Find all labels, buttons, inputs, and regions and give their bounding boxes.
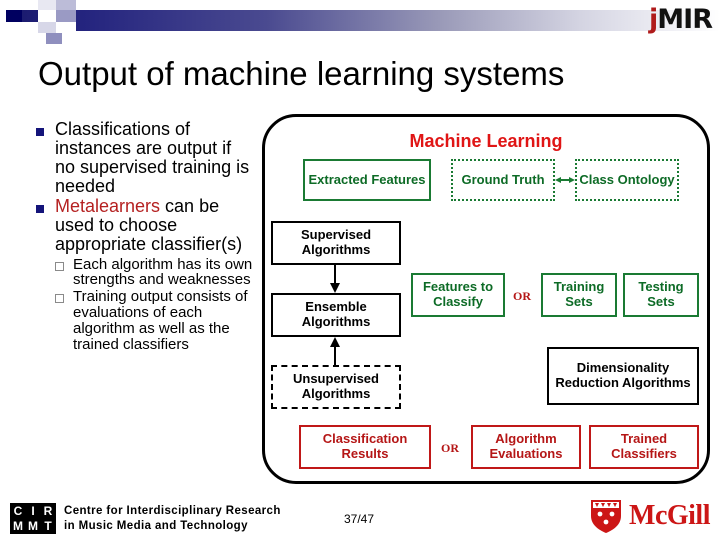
- box-testing-sets: Testing Sets: [623, 273, 699, 317]
- header-band: [0, 0, 720, 44]
- bullet-item-classifications: Classifications of instances are output …: [36, 119, 256, 197]
- box-algorithm-evaluations: Algorithm Evaluations: [471, 425, 581, 469]
- mcgill-wordmark: McGill: [629, 500, 710, 531]
- box-classification-results: Classification Results: [299, 425, 431, 469]
- page-title: Output of machine learning systems: [38, 55, 565, 92]
- arrow-up-icon: [330, 337, 340, 365]
- bullet-text: Classifications of instances are output …: [55, 119, 256, 197]
- header-decor-square: [38, 22, 56, 33]
- bullet-highlight-metalearners: Metalearners: [55, 196, 161, 217]
- cirmmt-letter: T: [44, 519, 52, 533]
- sub-bullet-item-each-algorithm: Each algorithm has its own strengths and…: [55, 255, 256, 289]
- cirmmt-letter: M: [28, 519, 38, 533]
- cirmmt-letter: I: [31, 504, 35, 518]
- diagram-heading: Machine Learning: [409, 131, 563, 151]
- jmir-logo: j MIR: [649, 2, 713, 36]
- bullet-list: Classifications of instances are output …: [36, 119, 256, 354]
- header-decor-square: [62, 33, 76, 44]
- box-extracted-features: Extracted Features: [303, 159, 431, 201]
- box-ensemble-algorithms: Ensemble Algorithms: [271, 293, 401, 337]
- cirmmt-letter: M: [13, 519, 23, 533]
- box-features-to-classify: Features to Classify: [411, 273, 505, 317]
- cirmmt-logo: C I R M M T Centre for Interdisciplinary…: [10, 503, 281, 534]
- or-label-middle: OR: [513, 289, 531, 303]
- page-number: 37/47: [344, 512, 375, 526]
- sub-bullet-list: Each algorithm has its own strengths and…: [55, 255, 256, 353]
- bullet-item-metalearners: Metalearners can be used to choose appro…: [36, 197, 256, 254]
- header-decor-square: [38, 0, 56, 10]
- box-ground-truth: Ground Truth: [451, 159, 555, 201]
- header-gradient-bar: [22, 10, 720, 31]
- jmir-logo-j: j: [649, 3, 658, 35]
- header-decor-square: [38, 10, 56, 22]
- header-decor-square: [56, 10, 76, 22]
- header-decor-square: [46, 33, 62, 44]
- cirmmt-name-line1: Centre for Interdisciplinary Research: [64, 504, 281, 517]
- sub-bullet-text: Each algorithm has its own strengths and…: [73, 255, 253, 289]
- box-class-ontology: Class Ontology: [575, 159, 679, 201]
- box-unsupervised-algorithms: Unsupervised Algorithms: [271, 365, 401, 409]
- cirmmt-letter: R: [43, 504, 53, 518]
- bullet-square-icon: [36, 128, 44, 136]
- bullet-text-main: Classifications of instances are output …: [55, 119, 250, 197]
- header-decor-square: [22, 0, 38, 10]
- box-trained-classifiers: Trained Classifiers: [589, 425, 699, 469]
- box-dimensionality-reduction-algorithms: Dimensionality Reduction Algorithms: [547, 347, 699, 405]
- box-supervised-algorithms: Supervised Algorithms: [271, 221, 401, 265]
- header-decor-square: [56, 0, 76, 10]
- hollow-square-icon: [55, 294, 64, 304]
- header-decor-square: [76, 0, 98, 10]
- bullet-text: Metalearners can be used to choose appro…: [55, 197, 256, 254]
- sub-bullet-text: Training output consists of evaluations …: [73, 288, 248, 353]
- header-decor-square: [56, 22, 76, 33]
- jmir-logo-mir: MIR: [657, 3, 713, 35]
- arrow-down-icon: [330, 265, 340, 293]
- bullet-square-icon: [36, 205, 44, 214]
- or-label-bottom: OR: [441, 441, 459, 455]
- mcgill-shield-icon: [591, 500, 622, 533]
- machine-learning-diagram: Machine Learning Extracted Features Grou…: [262, 114, 710, 484]
- double-arrow-icon: [555, 177, 575, 183]
- header-decor-square: [6, 10, 22, 22]
- mcgill-logo: McGill: [589, 498, 710, 534]
- header-decor-square: [22, 22, 38, 32]
- cirmmt-name-line2: in Music Media and Technology: [64, 519, 248, 532]
- sub-bullet-item-training-output: Training output consists of evaluations …: [55, 289, 256, 353]
- cirmmt-letter-grid-icon: C I R M M T: [10, 503, 56, 534]
- cirmmt-letter: C: [13, 504, 23, 518]
- box-training-sets: Training Sets: [541, 273, 617, 317]
- hollow-square-icon: [55, 261, 64, 271]
- cirmmt-name: Centre for Interdisciplinary Research in…: [64, 504, 281, 533]
